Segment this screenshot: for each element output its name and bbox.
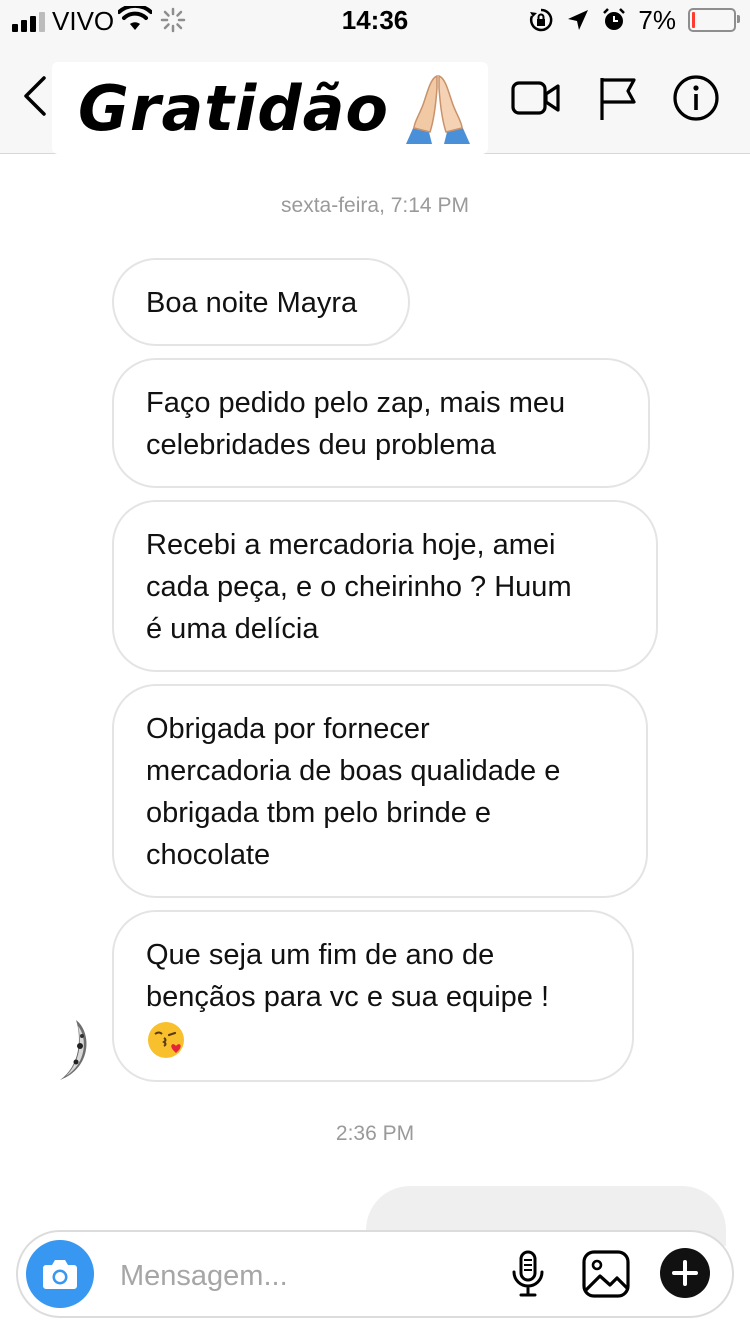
message-line: Faço pedido pelo zap, mais meu xyxy=(146,387,566,419)
message-line: cada peça, e o cheirinho ? Huum xyxy=(146,571,572,603)
message-line: Recebi a mercadoria hoje, amei xyxy=(146,529,556,561)
chat-header: Gratidão xyxy=(0,40,750,154)
gallery-icon[interactable] xyxy=(580,1248,632,1300)
sender-avatar[interactable] xyxy=(52,1018,96,1082)
message-line: Boa noite Mayra xyxy=(146,287,358,319)
battery-percent: 7% xyxy=(638,4,676,35)
message-timestamp: 2:36 PM xyxy=(335,1122,415,1145)
back-chevron-icon[interactable] xyxy=(18,74,54,118)
message-composer xyxy=(16,1230,734,1318)
battery-icon xyxy=(688,8,740,32)
message-bubble[interactable]: Boa noite Mayra xyxy=(112,258,410,346)
alarm-icon xyxy=(603,8,626,30)
camera-button[interactable] xyxy=(26,1240,94,1308)
microphone-icon[interactable] xyxy=(502,1248,554,1300)
message-bubble[interactable]: Recebi a mercadoria hoje, amei cada peça… xyxy=(112,500,658,672)
message-line: celebridades deu problema xyxy=(146,429,496,461)
face-blowing-kiss-emoji xyxy=(148,1022,184,1058)
message-line: chocolate xyxy=(146,839,271,871)
message-line: bençãos para vc e sua equipe ! xyxy=(146,981,550,1013)
message-input[interactable] xyxy=(120,1254,480,1298)
plus-button[interactable] xyxy=(660,1248,710,1298)
camera-icon xyxy=(43,1260,77,1289)
screen-rotation-lock-icon xyxy=(530,8,553,32)
info-icon[interactable] xyxy=(670,74,722,122)
folded-hands-emoji xyxy=(406,74,470,144)
plus-icon xyxy=(672,1260,698,1286)
message-bubble[interactable]: Faço pedido pelo zap, mais meu celebrida… xyxy=(112,358,650,488)
message-bubble[interactable]: Que seja um fim de ano de bençãos para v… xyxy=(112,910,634,1082)
status-bar: VIVO 14:36 7% xyxy=(0,0,750,40)
video-call-icon[interactable] xyxy=(510,74,562,122)
message-timestamp: sexta-feira, 7:14 PM xyxy=(281,194,469,217)
flag-icon[interactable] xyxy=(594,74,646,122)
message-bubble[interactable]: Obrigada por fornecer mercadoria de boas… xyxy=(112,684,648,898)
chat-title-area[interactable]: Gratidão xyxy=(52,62,488,154)
message-line: Que seja um fim de ano de xyxy=(146,939,495,971)
chat-title: Gratidão xyxy=(78,72,390,145)
message-line: é uma delícia xyxy=(146,613,319,645)
message-line: obrigada tbm pelo brinde e xyxy=(146,797,492,829)
location-arrow-icon xyxy=(568,10,589,30)
message-line: mercadoria de boas qualidade e xyxy=(146,755,561,787)
message-line: Obrigada por fornecer xyxy=(146,713,430,745)
